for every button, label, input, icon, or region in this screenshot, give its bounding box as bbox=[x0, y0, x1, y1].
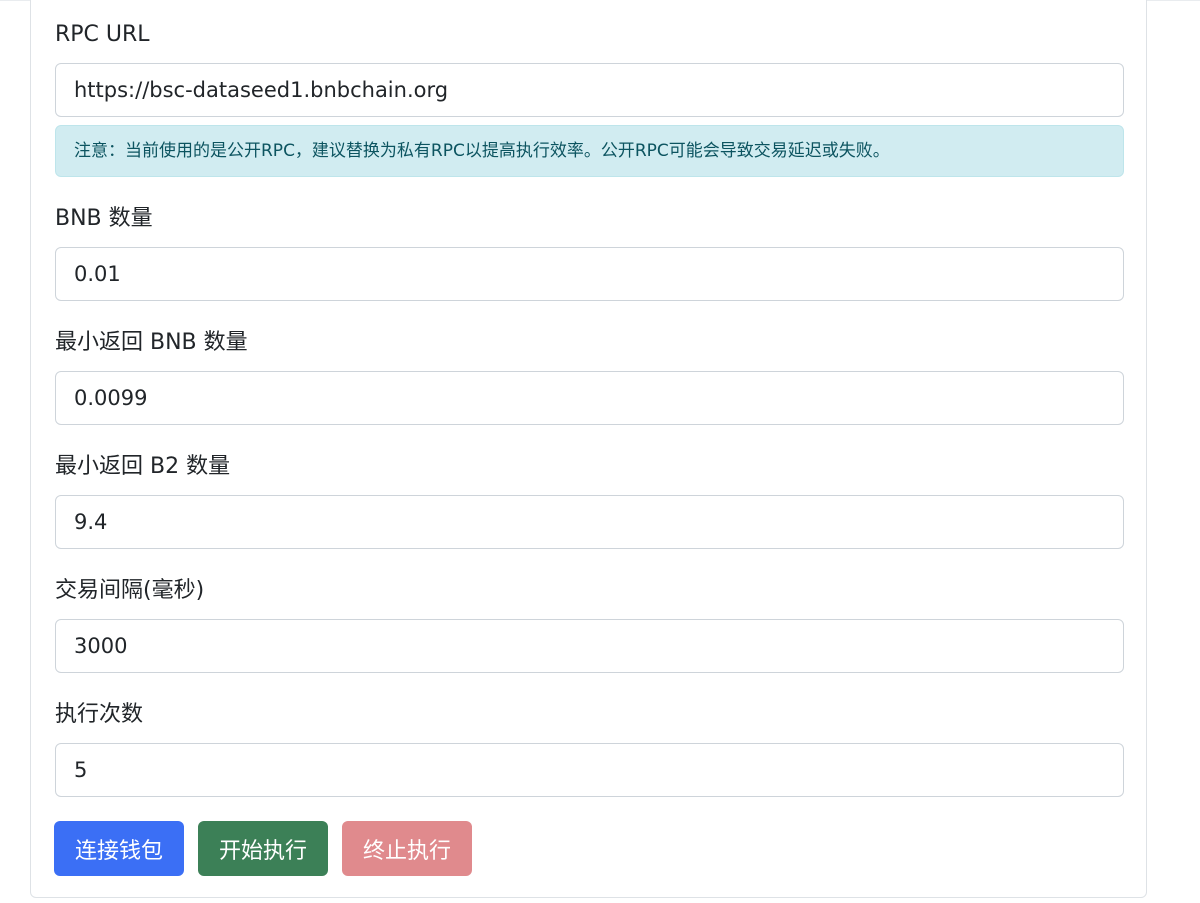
min-return-bnb-label: 最小返回 BNB 数量 bbox=[55, 330, 248, 355]
stop-execution-button[interactable]: 终止执行 bbox=[342, 821, 472, 876]
execution-count-label: 执行次数 bbox=[55, 702, 144, 727]
rpc-url-label: RPC URL bbox=[55, 22, 150, 47]
rpc-notice-alert: 注意：当前使用的是公开RPC，建议替换为私有RPC以提高执行效率。公开RPC可能… bbox=[55, 125, 1124, 177]
trade-interval-label: 交易间隔(毫秒) bbox=[55, 578, 205, 603]
rpc-url-input[interactable] bbox=[55, 63, 1124, 117]
bnb-amount-input[interactable] bbox=[55, 247, 1124, 301]
min-return-b2-input[interactable] bbox=[55, 495, 1124, 549]
start-execution-button[interactable]: 开始执行 bbox=[198, 821, 328, 876]
connect-wallet-button[interactable]: 连接钱包 bbox=[54, 821, 184, 876]
execution-count-input[interactable] bbox=[55, 743, 1124, 797]
bnb-amount-label: BNB 数量 bbox=[55, 206, 153, 231]
min-return-b2-label: 最小返回 B2 数量 bbox=[55, 454, 231, 479]
trade-interval-input[interactable] bbox=[55, 619, 1124, 673]
min-return-bnb-input[interactable] bbox=[55, 371, 1124, 425]
